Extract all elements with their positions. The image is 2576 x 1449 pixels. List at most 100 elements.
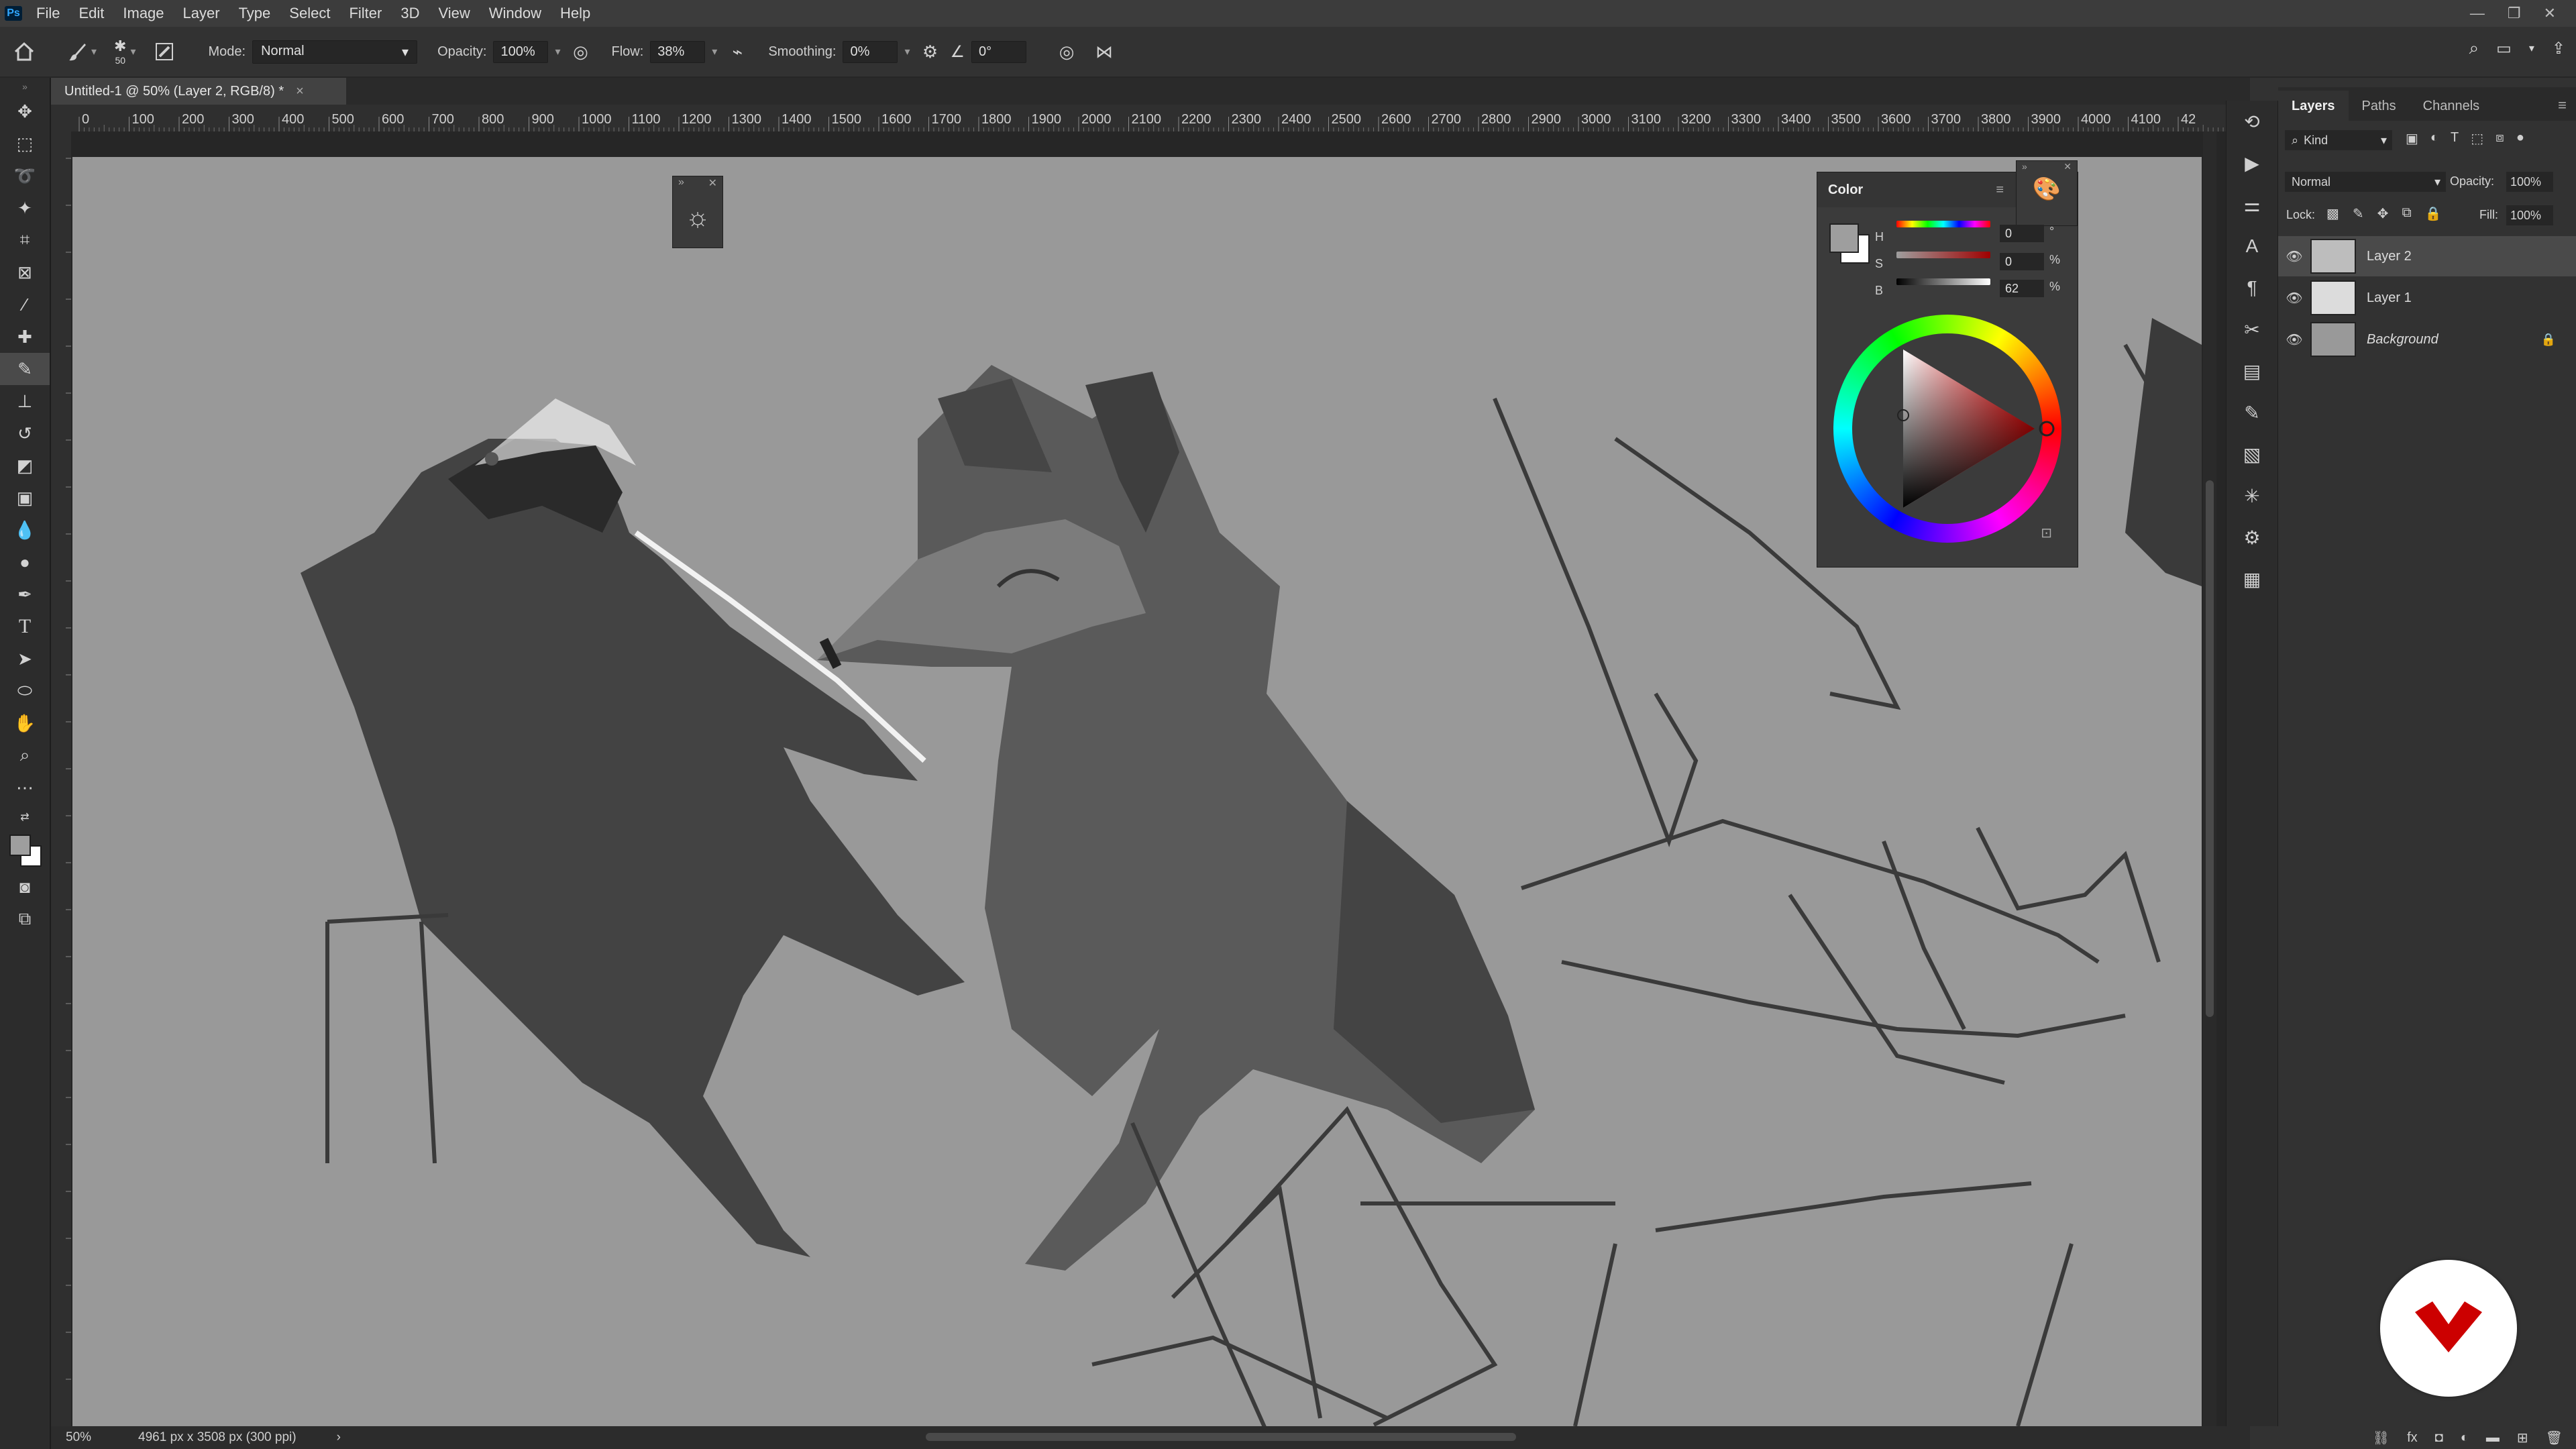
filter-toggle-icon[interactable]: ● [2516,130,2524,147]
smoothing-settings-gear-icon[interactable]: ⚙ [917,38,944,65]
menu-file[interactable]: File [27,5,69,22]
brightness-slider[interactable] [1896,278,1990,285]
document-tab[interactable]: Untitled-1 @ 50% (Layer 2, RGB/8) * × [51,78,346,105]
quick-mask-icon[interactable]: ◙ [0,871,50,903]
fg-bg-swatches[interactable] [1829,223,1870,264]
brush-size-picker[interactable]: ✱ 50 [114,38,126,66]
new-layer-icon[interactable]: ⊞ [2517,1430,2528,1446]
panel-menu-icon[interactable]: ≡ [2558,97,2567,121]
brush-settings-icon[interactable]: ✎ [2226,392,2277,433]
brightness-icon[interactable]: ☼ [673,194,722,241]
path-selection-tool-icon[interactable]: ➤ [0,643,50,675]
lock-artboard-icon[interactable]: ⧉ [2402,205,2411,222]
more-tools-icon[interactable]: ⋯ [0,771,50,804]
brush-tool-preset-icon[interactable] [64,38,91,65]
marquee-tool-icon[interactable]: ⬚ [0,127,50,160]
swap-colors-icon[interactable]: ⇄ [0,804,50,830]
actions-play-icon[interactable]: ▶ [2226,142,2277,184]
menu-layer[interactable]: Layer [174,5,229,22]
airbrush-icon[interactable]: ⌁ [724,38,751,65]
lock-pixels-icon[interactable]: ✎ [2353,205,2364,222]
brush-settings-panel-icon[interactable] [151,38,178,65]
brush-tool-icon[interactable]: ✎ [0,353,50,385]
pressure-size-icon[interactable]: ◎ [1053,38,1080,65]
filter-adjustment-icon[interactable]: ◐ [2430,130,2438,147]
frame-tool-icon[interactable]: ⊠ [0,256,50,288]
workspace-icon[interactable]: ▭ [2496,39,2512,58]
adjustments-icon[interactable]: ▧ [2226,433,2277,475]
visibility-eye-icon[interactable]: 👁 [2278,248,2310,265]
color-wheel[interactable] [1833,315,2061,543]
clone-stamp-tool-icon[interactable]: ⊥ [0,385,50,417]
hue-input[interactable]: 0 [2000,225,2044,242]
history-panel-icon[interactable]: ⟲ [2226,101,2277,142]
menu-help[interactable]: Help [551,5,600,22]
pressure-opacity-icon[interactable]: ◎ [567,38,594,65]
dodge-tool-icon[interactable]: ● [0,546,50,578]
zoom-level[interactable]: 50% [66,1430,91,1445]
hand-tool-icon[interactable]: ✋ [0,707,50,739]
smoothing-input[interactable]: 0% [843,40,898,63]
channels-mixer-icon[interactable]: ⚙ [2226,517,2277,558]
move-tool-icon[interactable]: ✥ [0,95,50,127]
gradient-tool-icon[interactable]: ▣ [0,482,50,514]
saturation-input[interactable]: 0 [2000,253,2044,270]
chevron-down-icon[interactable]: ▾ [2529,42,2534,55]
menu-view[interactable]: View [429,5,479,22]
fill-input[interactable]: 100% [2506,205,2553,225]
layer-style-fx-icon[interactable]: fx [2407,1430,2418,1446]
menu-filter[interactable]: Filter [339,5,391,22]
pen-tool-icon[interactable]: ✒ [0,578,50,610]
delete-layer-icon[interactable]: 🗑 [2546,1430,2563,1446]
close-window-icon[interactable]: ✕ [2544,5,2556,22]
chevron-down-icon[interactable]: ▾ [904,45,910,58]
share-icon[interactable]: ⇪ [2552,39,2565,58]
layer-lock-icon[interactable]: 🔒 [2541,333,2556,347]
wheel-options-icon[interactable]: ⊡ [2041,525,2052,541]
menu-3d[interactable]: 3D [391,5,429,22]
layer-opacity-input[interactable]: 100% [2506,172,2553,192]
home-icon[interactable] [11,38,38,65]
magic-wand-tool-icon[interactable]: ✦ [0,192,50,224]
history-brush-tool-icon[interactable]: ↺ [0,417,50,449]
panel-foreground-swatch[interactable] [1829,223,1859,253]
character-panel-icon[interactable]: A [2226,225,2277,267]
horizontal-scroll-thumb[interactable] [926,1433,1516,1441]
minimize-icon[interactable]: — [2470,5,2485,22]
opacity-input[interactable]: 100% [493,40,549,63]
eraser-tool-icon[interactable]: ◩ [0,449,50,482]
lock-all-icon[interactable]: 🔒 [2425,205,2442,222]
chevron-down-icon[interactable]: ▾ [712,45,717,58]
crop-tool-icon[interactable]: ⌗ [0,224,50,256]
libraries-icon[interactable]: ▤ [2226,350,2277,392]
visibility-eye-icon[interactable]: 👁 [2278,290,2310,307]
filter-pixel-icon[interactable]: ▣ [2406,130,2418,147]
tool-presets-icon[interactable]: ✂ [2226,309,2277,350]
filter-shape-icon[interactable]: ⬚ [2471,130,2483,147]
shape-tool-icon[interactable]: ⬭ [0,675,50,707]
menu-select[interactable]: Select [280,5,339,22]
layer-row-layer-2[interactable]: 👁 Layer 2 [2278,236,2576,276]
color-swatches[interactable] [0,830,50,871]
properties-panel-icon[interactable]: ⚌ [2226,184,2277,225]
mode-select[interactable]: Normal ▾ [252,40,418,64]
lasso-tool-icon[interactable]: ➰ [0,160,50,192]
filter-smart-object-icon[interactable]: ⧈ [2496,130,2504,147]
search-icon[interactable]: ⌕ [2469,38,2479,59]
menu-window[interactable]: Window [480,5,551,22]
add-mask-icon[interactable]: ◘ [2435,1430,2443,1446]
healing-brush-tool-icon[interactable]: ✚ [0,321,50,353]
expand-panel-icon[interactable]: » [678,176,684,194]
chevron-down-icon[interactable]: ▾ [555,45,560,58]
visibility-eye-icon[interactable]: 👁 [2278,331,2310,348]
chevron-down-icon[interactable]: ▾ [91,45,97,58]
close-panel-icon[interactable]: ✕ [708,176,717,194]
tab-layers[interactable]: Layers [2278,91,2349,121]
zoom-tool-icon[interactable]: ⌕ [0,739,50,771]
color-palette-icon[interactable]: 🎨 [2017,176,2077,203]
link-layers-icon[interactable]: ⛓ [2373,1430,2390,1446]
toolbar-collapse-icon[interactable]: » [0,78,50,95]
filter-type-icon[interactable]: T [2451,130,2459,147]
close-panel-icon[interactable]: ✕ [2063,161,2072,176]
patterns-icon[interactable]: ✳ [2226,475,2277,517]
